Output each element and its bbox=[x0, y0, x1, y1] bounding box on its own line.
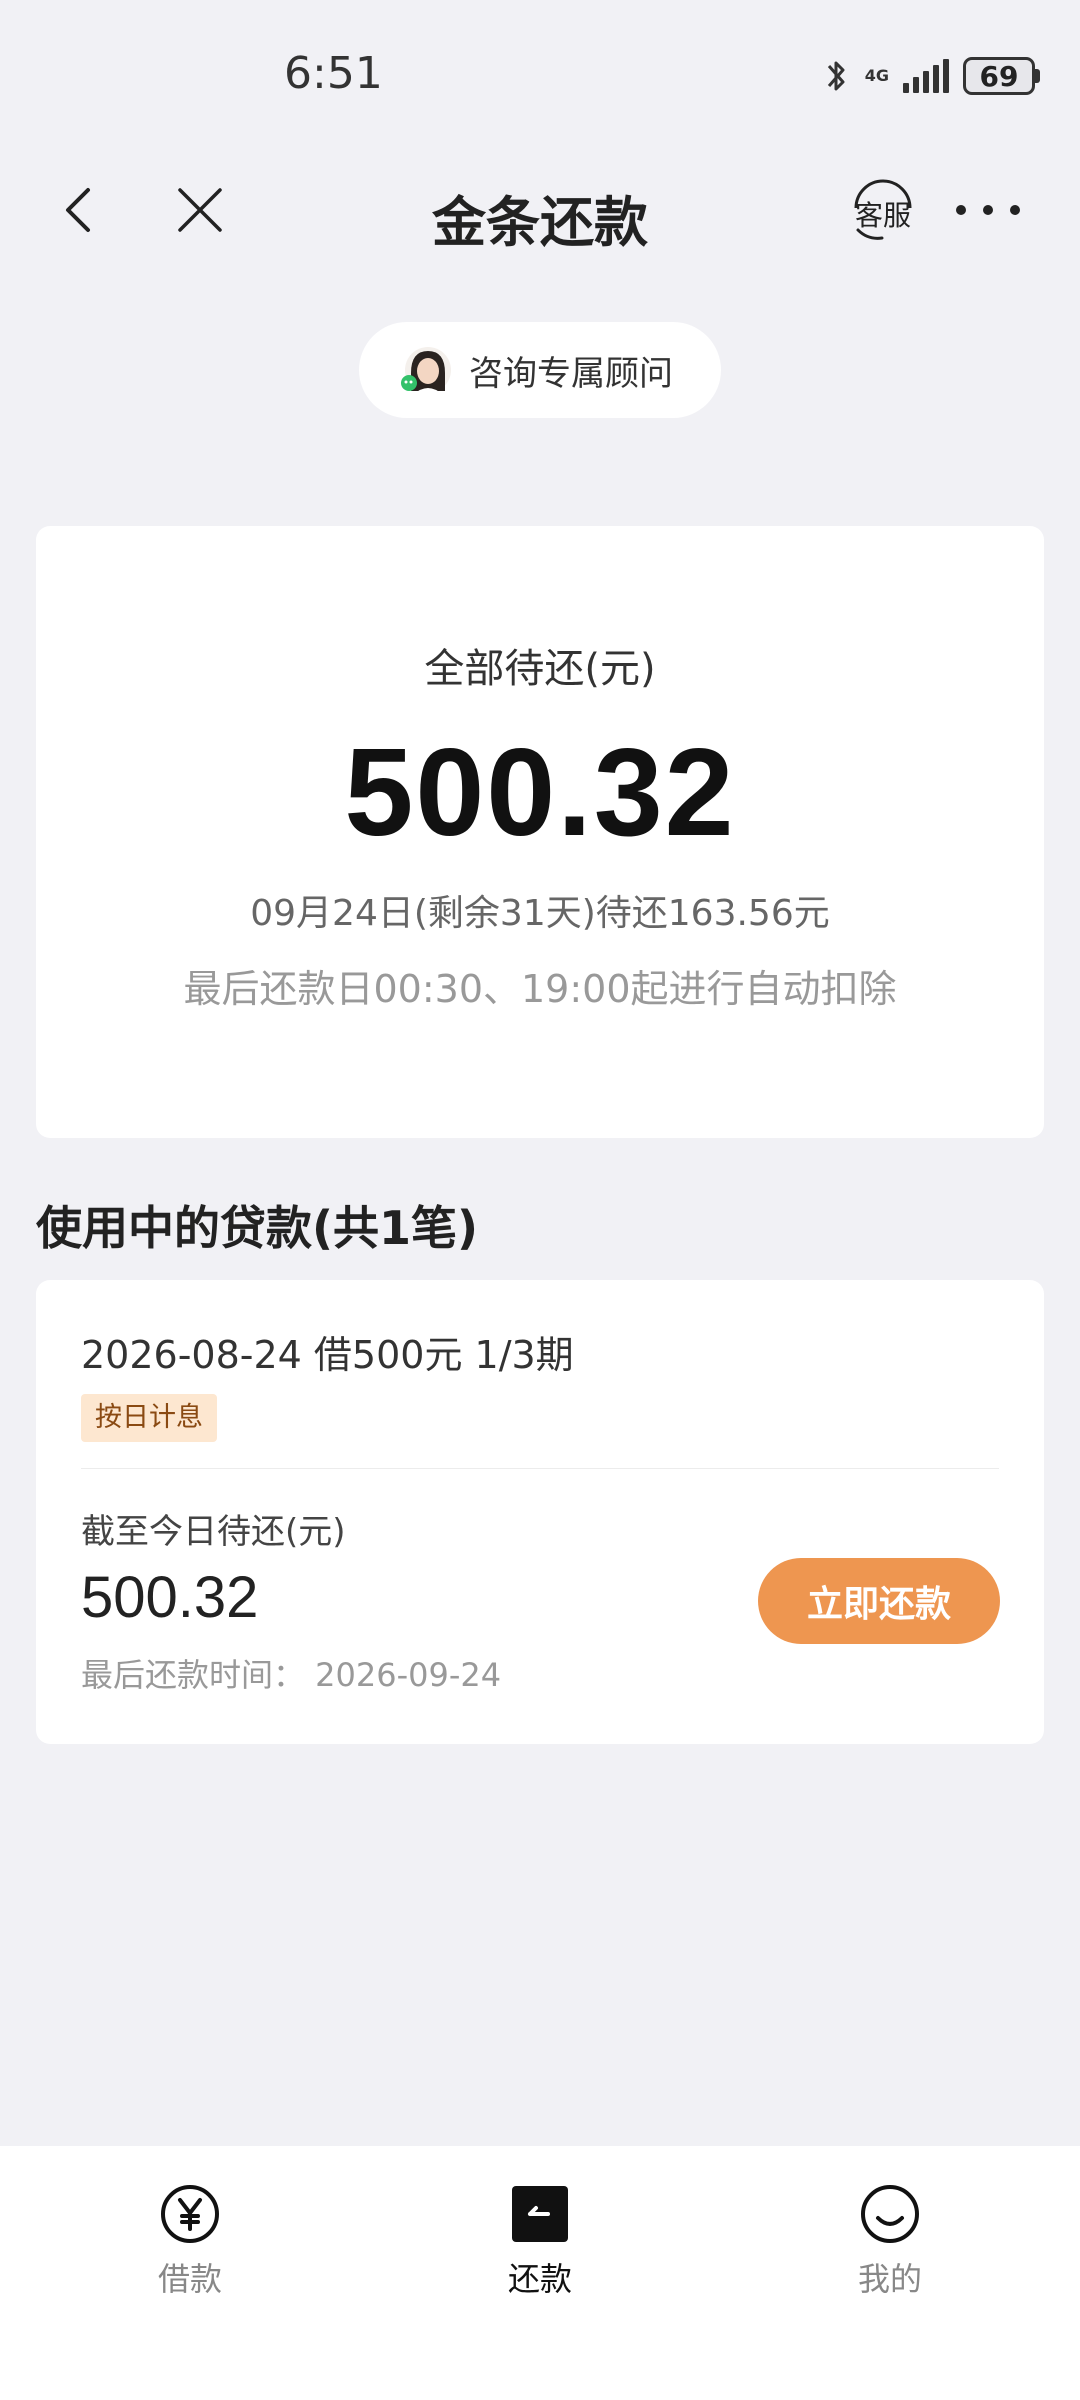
nav-bar: 金条还款 客服 bbox=[0, 160, 1080, 260]
page-title: 金条还款 bbox=[432, 191, 648, 254]
next-due-info: 09月24日(剩余31天)待还163.56元 bbox=[250, 893, 830, 934]
interest-type-badge: 按日计息 bbox=[81, 1394, 217, 1442]
advisor-avatar-icon bbox=[401, 347, 451, 395]
more-icon[interactable] bbox=[956, 200, 1020, 220]
tab-repay-label: 还款 bbox=[507, 2260, 572, 2298]
tab-borrow[interactable]: 借款 bbox=[110, 2182, 270, 2300]
avatar bbox=[401, 345, 451, 395]
battery-level: 69 bbox=[963, 57, 1035, 95]
tab-repay[interactable]: 还款 bbox=[460, 2182, 620, 2300]
yen-circle-icon bbox=[161, 2185, 219, 2243]
due-today-label: 截至今日待还(元) bbox=[81, 1512, 346, 1552]
due-today-amount: 500.32 bbox=[81, 1565, 259, 1630]
consult-advisor-button[interactable]: 咨询专属顾问 bbox=[359, 322, 721, 418]
signal-icon bbox=[903, 59, 949, 93]
total-due-label: 全部待还(元) bbox=[424, 646, 656, 692]
loan-card: 2026-08-24 借500元 1/3期 按日计息 截至今日待还(元) 500… bbox=[36, 1280, 1044, 1744]
status-time: 6:51 bbox=[284, 48, 383, 99]
last-repay-date: 最后还款时间： 2026-09-24 bbox=[81, 1656, 502, 1694]
active-loans-title: 使用中的贷款(共1笔) bbox=[36, 1201, 479, 1255]
tab-borrow-label: 借款 bbox=[157, 2260, 222, 2298]
repay-now-button[interactable]: 立即还款 bbox=[758, 1558, 1000, 1644]
customer-service-label: 客服 bbox=[854, 199, 911, 232]
tab-mine-label: 我的 bbox=[857, 2260, 922, 2298]
divider bbox=[81, 1468, 999, 1469]
repayment-summary-card: 全部待还(元) 500.32 09月24日(剩余31天)待还163.56元 最后… bbox=[36, 526, 1044, 1138]
tab-mine[interactable]: 我的 bbox=[810, 2182, 970, 2300]
smile-icon bbox=[861, 2185, 919, 2243]
total-due-amount: 500.32 bbox=[344, 724, 736, 862]
consult-advisor-label: 咨询专属顾问 bbox=[469, 353, 673, 394]
status-icons: 4G 69 bbox=[823, 56, 1040, 96]
loan-heading: 2026-08-24 借500元 1/3期 bbox=[81, 1333, 574, 1377]
repay-icon bbox=[512, 2186, 568, 2242]
network-type-label: 4G bbox=[864, 66, 889, 85]
battery-icon: 69 bbox=[963, 57, 1040, 95]
customer-service-button[interactable]: 客服 bbox=[848, 174, 918, 246]
bottom-tab-bar: 借款 还款 我的 bbox=[0, 2146, 1080, 2400]
auto-deduct-note: 最后还款日00:30、19:00起进行自动扣除 bbox=[183, 967, 897, 1011]
status-bar: 6:51 4G 69 bbox=[0, 0, 1080, 150]
bluetooth-icon bbox=[827, 61, 845, 91]
